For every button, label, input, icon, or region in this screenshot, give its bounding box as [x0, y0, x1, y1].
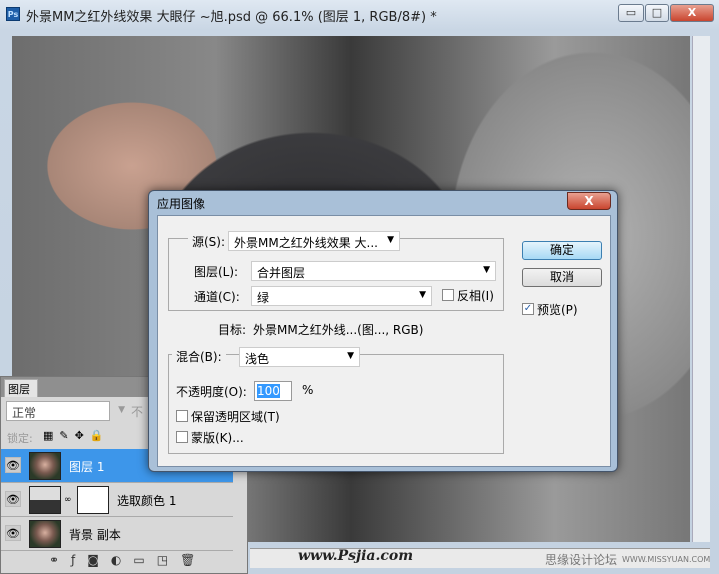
invert-checkbox[interactable] [442, 289, 454, 301]
layer-name: 背景 副本 [69, 528, 121, 542]
preview-checkbox[interactable]: ✓ [522, 303, 534, 315]
ok-button[interactable]: 确定 [522, 241, 602, 260]
chevron-down-icon: ▼ [483, 265, 490, 275]
dialog-close-button[interactable]: X [567, 192, 611, 210]
source-label: 源(S): [188, 233, 230, 250]
link-icon: ∞ [64, 495, 72, 505]
channel-value: 绿 [257, 291, 270, 305]
preview-label: 预览(P) [537, 303, 578, 317]
mask-checkbox[interactable] [176, 431, 188, 443]
layer-toolbar[interactable]: ⚭ƒ◙◐▭◳🗑 [49, 553, 207, 567]
layer-row[interactable]: 👁 ∞ 选取颜色 1 [1, 483, 233, 517]
adjustment-icon [29, 486, 61, 514]
source-select[interactable]: 外景MM之红外线效果 大... ▼ [228, 231, 400, 251]
layer-label: 图层(L): [194, 265, 239, 279]
dialog-body: 源(S): 外景MM之红外线效果 大... ▼ 图层(L): 合并图层 ▼ 通道(C… [157, 215, 611, 467]
layer-value: 合并图层 [257, 266, 306, 280]
eye-icon[interactable]: 👁 [5, 491, 21, 507]
lock-label: 锁定: [7, 432, 33, 445]
layer-mask-thumbnail [77, 486, 109, 514]
opacity-label: 不透明度(O): [176, 385, 247, 399]
blend-select[interactable]: 浅色 ▼ [239, 347, 360, 367]
eye-icon[interactable]: 👁 [5, 525, 21, 541]
blend-mode-select[interactable]: 正常 ▼ [6, 401, 125, 421]
opacity-input[interactable]: 100 [254, 381, 292, 401]
channel-label: 通道(C): [194, 290, 240, 304]
chevron-down-icon: ▼ [387, 235, 394, 245]
layer-thumbnail [29, 520, 61, 548]
tab-layers[interactable]: 图层 [4, 379, 38, 397]
preserve-transparency-label: 保留透明区域(T) [191, 410, 280, 424]
channel-select[interactable]: 绿 ▼ [251, 286, 432, 306]
minimize-button[interactable]: ▭ [618, 4, 644, 22]
invert-label: 反相(I) [457, 289, 494, 303]
eye-icon[interactable]: 👁 [5, 457, 21, 473]
blend-mode-value: 正常 [12, 406, 37, 420]
opacity-unit: % [302, 383, 314, 397]
maximize-button[interactable]: □ [645, 4, 669, 22]
chevron-down-icon: ▼ [347, 351, 354, 361]
cancel-button[interactable]: 取消 [522, 268, 602, 287]
vertical-scrollbar[interactable] [692, 36, 710, 542]
watermark-site: www.Psjia.com [298, 548, 414, 564]
title-bar: Ps 外景MM之红外线效果 大眼仔 ~旭.psd @ 66.1% (图层 1, … [0, 0, 719, 30]
source-value: 外景MM之红外线效果 大... [234, 236, 378, 250]
chevron-down-icon: ▼ [118, 405, 125, 415]
preserve-transparency-checkbox[interactable] [176, 410, 188, 422]
photoshop-icon: Ps [6, 7, 20, 21]
target-value: 外景MM之红外线...(图..., RGB) [253, 323, 424, 337]
close-button[interactable]: X [670, 4, 714, 22]
layer-thumbnail [29, 452, 61, 480]
dialog-title: 应用图像 [157, 197, 206, 211]
layer-row[interactable]: 👁 背景 副本 [1, 517, 233, 551]
target-label: 目标: [218, 323, 247, 337]
watermark-forum-url: WWW.MISSYUAN.COM [622, 555, 711, 564]
apply-image-dialog: 应用图像 X 源(S): 外景MM之红外线效果 大... ▼ 图层(L): 合并图… [148, 190, 618, 472]
lock-icons[interactable]: ▦✎✥🔒 [43, 429, 110, 442]
layer-select[interactable]: 合并图层 ▼ [251, 261, 496, 281]
opacity-value: 100 [257, 384, 280, 398]
opacity-label: 不 [131, 405, 144, 419]
window-title: 外景MM之红外线效果 大眼仔 ~旭.psd @ 66.1% (图层 1, RGB… [26, 10, 437, 25]
chevron-down-icon: ▼ [419, 290, 426, 300]
blend-value: 浅色 [245, 352, 270, 366]
mask-label: 蒙版(K)... [191, 431, 244, 445]
layer-name: 选取颜色 1 [117, 494, 177, 508]
watermark-forum: 思缘设计论坛 [545, 553, 618, 567]
layer-name: 图层 1 [69, 460, 105, 474]
blend-label: 混合(B): [172, 348, 226, 365]
